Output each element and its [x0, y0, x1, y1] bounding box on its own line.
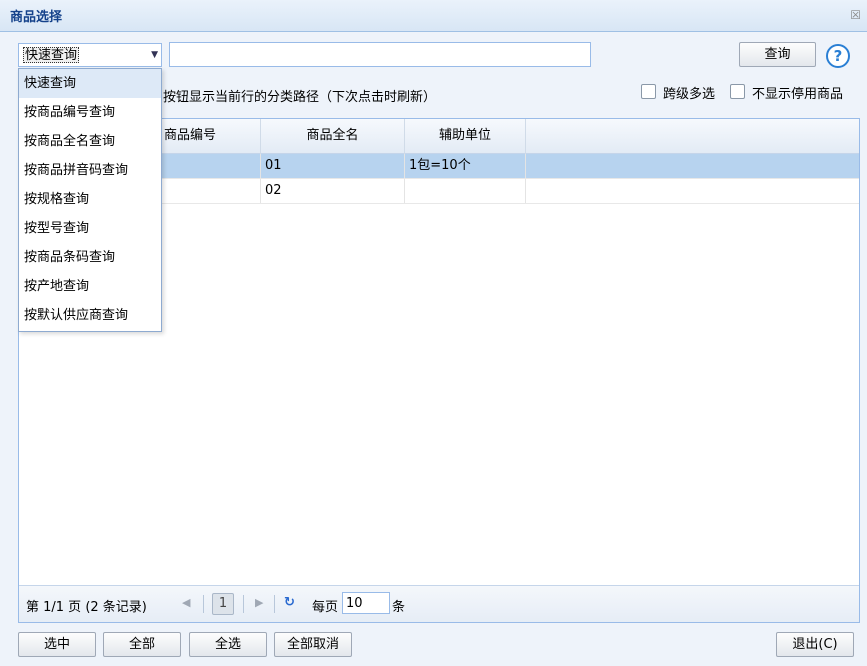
query-button[interactable]: 查询: [739, 42, 816, 67]
dropdown-option[interactable]: 按默认供应商查询: [19, 301, 161, 330]
pager-divider: [243, 595, 244, 613]
cross-level-label: 跨级多选: [663, 87, 716, 102]
dropdown-option[interactable]: 按商品全名查询: [19, 127, 161, 156]
cell-name: 01: [261, 154, 405, 178]
cell-aux-unit: [405, 179, 526, 203]
column-header-aux-unit[interactable]: 辅助单位: [405, 119, 526, 154]
select-button[interactable]: 选中: [18, 632, 96, 657]
pagination-bar: 第 1/1 页 (2 条记录) ◀ 1 ▶ ↻ 每页 条: [19, 585, 859, 622]
all-button[interactable]: 全部: [103, 632, 181, 657]
per-page-label: 每页: [312, 600, 339, 615]
help-icon[interactable]: ?: [826, 44, 850, 68]
cell-name: 02: [261, 179, 405, 203]
per-page-unit: 条: [392, 600, 406, 615]
cell-aux-unit: 1包=10个: [405, 154, 526, 178]
chevron-down-icon[interactable]: ▼: [151, 46, 158, 64]
prev-page-icon[interactable]: ◀: [182, 596, 190, 609]
dropdown-option[interactable]: 按型号查询: [19, 214, 161, 243]
hide-disabled-label: 不显示停用商品: [752, 87, 844, 102]
query-mode-value: 快速查询: [23, 47, 80, 63]
dropdown-option[interactable]: 按产地查询: [19, 272, 161, 301]
window-title: 商品选择: [10, 10, 63, 25]
search-input[interactable]: [169, 42, 591, 67]
exit-button[interactable]: 退出(C): [776, 632, 854, 657]
cross-level-checkbox[interactable]: [641, 84, 656, 99]
dropdown-option[interactable]: 按商品编号查询: [19, 98, 161, 127]
per-page-input[interactable]: [342, 592, 390, 614]
hide-disabled-checkbox[interactable]: [730, 84, 745, 99]
dropdown-option[interactable]: 按商品拼音码查询: [19, 156, 161, 185]
deselect-all-button[interactable]: 全部取消: [274, 632, 352, 657]
current-page-input[interactable]: 1: [212, 593, 234, 615]
dropdown-option[interactable]: 按规格查询: [19, 185, 161, 214]
category-path-hint: 按钮显示当前行的分类路径（下次点击时刷新）: [163, 90, 437, 105]
pager-divider: [203, 595, 204, 613]
refresh-icon[interactable]: ↻: [284, 595, 295, 610]
select-all-button[interactable]: 全选: [189, 632, 267, 657]
close-icon[interactable]: ☒: [850, 8, 861, 22]
title-bar: 商品选择 ☒: [0, 0, 867, 32]
query-mode-select[interactable]: 快速查询 ▼: [18, 43, 162, 67]
query-mode-dropdown: 快速查询 按商品编号查询 按商品全名查询 按商品拼音码查询 按规格查询 按型号查…: [18, 68, 162, 332]
column-header-name[interactable]: 商品全名: [261, 119, 405, 154]
next-page-icon[interactable]: ▶: [255, 596, 263, 609]
dropdown-option[interactable]: 按商品条码查询: [19, 243, 161, 272]
dropdown-option[interactable]: 快速查询: [19, 69, 161, 98]
pager-divider: [274, 595, 275, 613]
page-summary: 第 1/1 页 (2 条记录): [26, 600, 147, 615]
